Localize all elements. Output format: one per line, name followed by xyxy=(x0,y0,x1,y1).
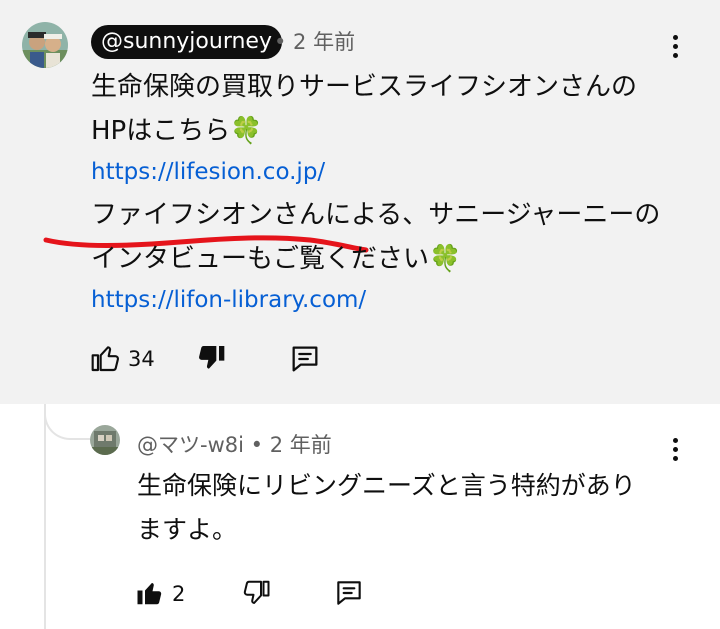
like-button[interactable] xyxy=(90,342,122,378)
more-vert-icon[interactable] xyxy=(660,29,690,63)
thumbs-down-icon xyxy=(243,580,270,604)
reply-like-button[interactable] xyxy=(135,578,165,612)
comment-reply-icon xyxy=(292,346,318,372)
avatar[interactable] xyxy=(22,22,68,68)
clover-emoji: 🍀 xyxy=(230,116,263,146)
reply-button[interactable] xyxy=(288,342,322,380)
link-lifon-library[interactable]: https://lifon-library.com/ xyxy=(91,280,366,320)
more-vert-icon[interactable] xyxy=(660,432,690,466)
clover-emoji: 🍀 xyxy=(429,244,462,274)
comment-text: HPはこちら xyxy=(91,116,231,146)
comment-reply-icon xyxy=(337,581,361,605)
reply-author-handle[interactable]: @マツ-w8i • 2 年前 xyxy=(137,428,332,462)
author-handle[interactable]: @sunnyjourney xyxy=(91,25,282,59)
reply-timestamp: • 2 年前 xyxy=(250,433,332,457)
comment-text-line: 生命保険の買取りサービスライフシオンさんの xyxy=(91,72,638,102)
reply-text-line: 生命保険にリビングニーズと言う特約があり xyxy=(137,471,636,500)
comment-card: @sunnyjourney • 2 年前 生命保険の買取りサービスライフシオンさ… xyxy=(0,0,720,404)
reply-handle-text: @マツ-w8i xyxy=(137,433,244,457)
comment-text: インタビューもご覧ください xyxy=(91,244,430,274)
reply-like-count: 2 xyxy=(172,582,186,606)
dislike-button[interactable] xyxy=(195,342,227,378)
reply-dislike-button[interactable] xyxy=(241,578,271,612)
thumbs-up-icon xyxy=(137,583,162,605)
comment-text-line: HPはこちら🍀 xyxy=(91,111,263,151)
reply-reply-button[interactable] xyxy=(333,577,365,613)
thumbs-down-icon xyxy=(199,346,225,369)
thumbs-up-icon xyxy=(91,346,120,372)
reply-text-line: ますよ。 xyxy=(137,515,238,544)
like-count: 34 xyxy=(128,347,155,371)
link-lifesion[interactable]: https://lifesion.co.jp/ xyxy=(91,152,325,192)
reply-avatar[interactable] xyxy=(90,425,120,455)
timestamp: • 2 年前 xyxy=(274,30,356,54)
comment-text-line: インタビューもご覧ください🍀 xyxy=(91,239,461,279)
